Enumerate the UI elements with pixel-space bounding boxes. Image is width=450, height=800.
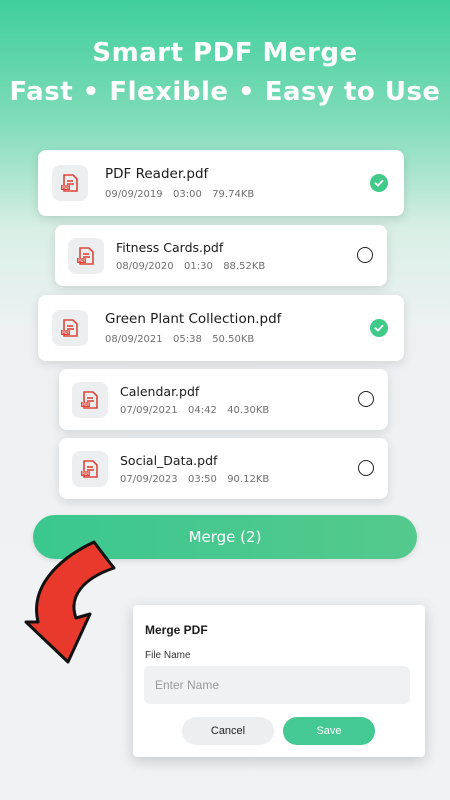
merge-dialog: Merge PDF File Name Cancel Save (133, 605, 425, 757)
file-name-input[interactable] (144, 666, 410, 704)
file-date: 09/09/2019 (105, 189, 163, 200)
save-button[interactable]: Save (283, 717, 375, 745)
file-name: Calendar.pdf (120, 384, 200, 399)
pdf-file-icon: PDF (52, 165, 88, 201)
file-name-label: File Name (145, 650, 191, 661)
radio-circle-icon[interactable] (358, 391, 374, 407)
file-meta: 07/09/2023 03:50 90.12KB (120, 474, 269, 485)
svg-text:PDF: PDF (78, 258, 86, 263)
file-size: 90.12KB (227, 474, 270, 485)
file-name: Green Plant Collection.pdf (105, 311, 282, 327)
file-name: Fitness Cards.pdf (116, 240, 224, 255)
pdf-file-icon: PDF (52, 310, 88, 346)
file-card-social-data[interactable]: PDF Social_Data.pdf 07/09/2023 03:50 90.… (59, 438, 388, 499)
svg-text:PDF: PDF (82, 402, 90, 407)
file-time: 05:38 (173, 334, 202, 345)
file-meta: 09/09/2019 03:00 79.74KB (105, 189, 254, 200)
file-date: 08/09/2021 (105, 334, 163, 345)
file-size: 40.30KB (227, 405, 270, 416)
file-date: 08/09/2020 (116, 261, 174, 272)
headline-title: Smart PDF Merge (92, 38, 358, 68)
radio-circle-icon[interactable] (358, 460, 374, 476)
file-time: 03:50 (188, 474, 217, 485)
file-meta: 08/09/2020 01:30 88.52KB (116, 261, 265, 272)
headline: Smart PDF Merge Fast • Flexible • Easy t… (0, 36, 450, 112)
file-time: 03:00 (173, 189, 202, 200)
svg-text:PDF: PDF (62, 185, 70, 190)
svg-text:PDF: PDF (62, 330, 70, 335)
file-time: 04:42 (188, 405, 217, 416)
pdf-file-icon: PDF (68, 237, 104, 274)
headline-subtitle: Fast • Flexible • Easy to Use (9, 77, 441, 107)
file-date: 07/09/2021 (120, 405, 178, 416)
file-name: Social_Data.pdf (120, 453, 218, 468)
pdf-file-icon: PDF (72, 450, 108, 487)
check-circle-icon[interactable] (370, 319, 388, 337)
file-card-pdf-reader[interactable]: PDF PDF Reader.pdf 09/09/2019 03:00 79.7… (38, 150, 404, 216)
file-card-fitness-cards[interactable]: PDF Fitness Cards.pdf 08/09/2020 01:30 8… (55, 225, 387, 286)
file-size: 88.52KB (223, 261, 266, 272)
file-card-calendar[interactable]: PDF Calendar.pdf 07/09/2021 04:42 40.30K… (59, 369, 388, 430)
radio-circle-icon[interactable] (357, 247, 373, 263)
file-name: PDF Reader.pdf (105, 166, 209, 182)
dialog-title: Merge PDF (145, 623, 208, 637)
file-time: 01:30 (184, 261, 213, 272)
file-date: 07/09/2023 (120, 474, 178, 485)
file-card-green-plant-collection[interactable]: PDF Green Plant Collection.pdf 08/09/202… (38, 295, 404, 361)
file-size: 79.74KB (212, 189, 255, 200)
check-circle-icon[interactable] (370, 174, 388, 192)
file-size: 50.50KB (212, 334, 255, 345)
svg-text:PDF: PDF (82, 471, 90, 476)
file-meta: 07/09/2021 04:42 40.30KB (120, 405, 269, 416)
pdf-file-icon: PDF (72, 381, 108, 418)
cancel-button[interactable]: Cancel (182, 717, 274, 745)
file-meta: 08/09/2021 05:38 50.50KB (105, 334, 254, 345)
